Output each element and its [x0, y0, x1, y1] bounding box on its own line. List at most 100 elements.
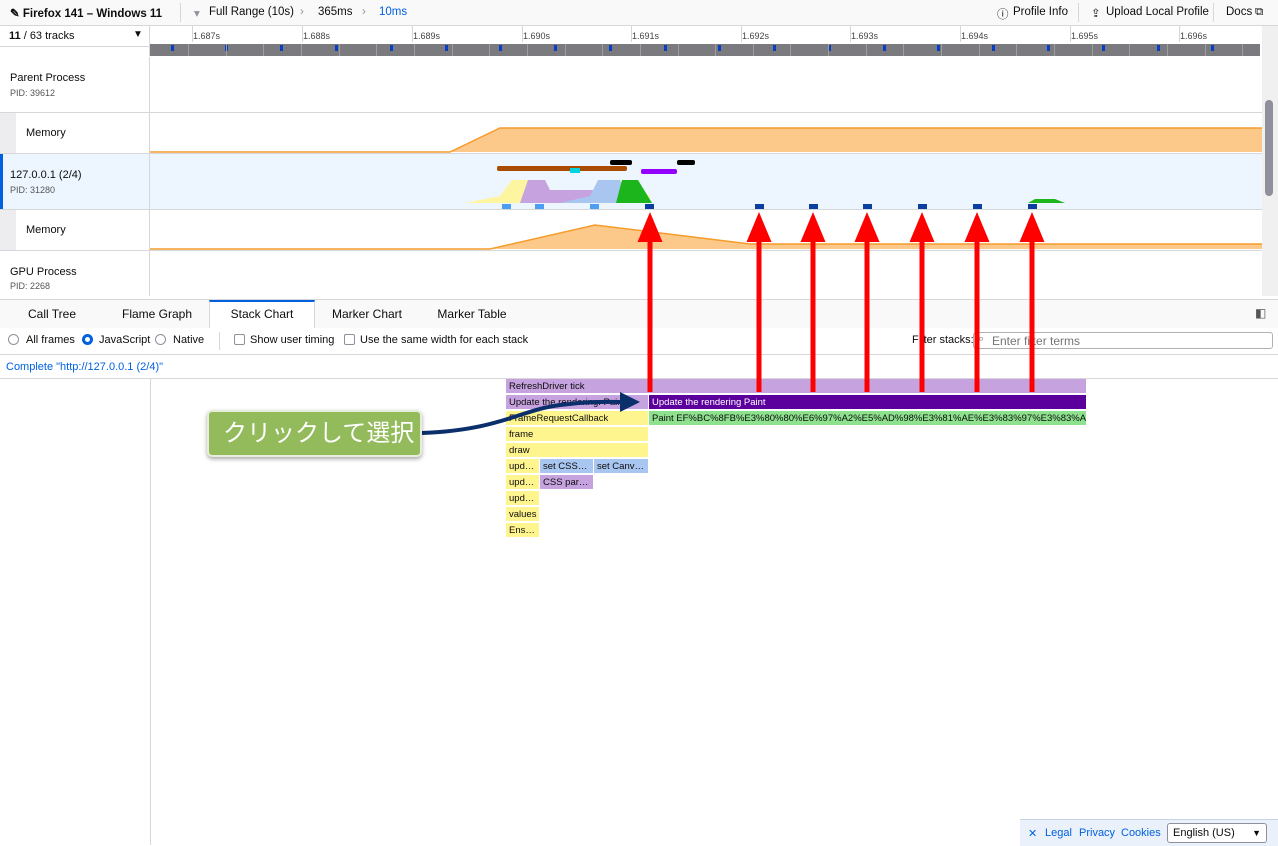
ruler-spacer	[0, 47, 150, 56]
divider	[1213, 3, 1214, 22]
checkbox-user-timing[interactable]	[234, 334, 245, 345]
profile-name: Firefox 141 – Windows 11	[22, 8, 163, 20]
row-divider	[0, 112, 1262, 113]
divider	[979, 44, 980, 56]
breadcrumb-365ms[interactable]: 365ms	[318, 6, 353, 18]
marker[interactable]	[390, 45, 393, 51]
docs-link[interactable]: Docs	[1226, 6, 1252, 18]
radio-javascript-label[interactable]: JavaScript	[99, 334, 150, 346]
marker[interactable]	[718, 45, 721, 51]
stack-box-update-paint-selected[interactable]: Update the rendering Paint	[649, 395, 1087, 410]
sidebar-toggle-icon[interactable]: ◧	[1255, 306, 1266, 320]
divider	[376, 44, 377, 56]
divider	[1078, 3, 1079, 22]
marker[interactable]	[883, 45, 886, 51]
checkbox-same-width[interactable]	[344, 334, 355, 345]
tick-label: 1.695s	[1071, 31, 1099, 41]
marker[interactable]	[609, 45, 612, 51]
track-pid: PID: 31280	[10, 185, 56, 195]
breadcrumb-10ms[interactable]: 10ms	[379, 6, 407, 18]
upload-local-profile-button[interactable]: Upload Local Profile	[1106, 6, 1209, 18]
tab-marker-chart[interactable]: Marker Chart	[322, 300, 412, 328]
marker-strip[interactable]	[150, 44, 1260, 56]
checkbox-same-width-label[interactable]: Use the same width for each stack	[360, 334, 528, 346]
divider	[219, 332, 220, 350]
track-graphs[interactable]	[150, 56, 1262, 296]
marker[interactable]	[554, 45, 557, 51]
close-icon[interactable]: ✕	[1028, 827, 1037, 840]
marker[interactable]	[1047, 45, 1050, 51]
marker[interactable]	[280, 45, 283, 51]
filter-stacks-input[interactable]	[973, 332, 1273, 349]
stack-box-frame-request[interactable]: FrameRequestCallback	[506, 411, 649, 426]
stack-box-refresh-tick[interactable]: RefreshDriver tick	[506, 379, 1087, 394]
breadcrumb-complete[interactable]: Complete "http://127.0.0.1 (2/4)"	[6, 361, 163, 373]
marker[interactable]	[335, 45, 338, 51]
track-memory-parent[interactable]: Memory	[0, 113, 150, 153]
profile-info-button[interactable]: Profile Info	[1013, 6, 1068, 18]
divider	[527, 44, 528, 56]
marker[interactable]	[445, 45, 448, 51]
divider	[180, 3, 181, 22]
divider	[678, 44, 679, 56]
divider	[1167, 44, 1168, 56]
chevron-right-icon: ›	[362, 6, 366, 18]
privacy-link[interactable]: Privacy	[1079, 827, 1115, 839]
breadcrumb-full-range[interactable]: Full Range (10s)	[209, 6, 294, 18]
track-name: Memory	[26, 224, 66, 236]
checkbox-user-timing-label[interactable]: Show user timing	[250, 334, 334, 346]
stack-box-ensure[interactable]: Ens…	[506, 523, 540, 538]
tick-label: 1.691s	[632, 31, 660, 41]
stack-box-upd[interactable]: upd…	[506, 491, 540, 506]
divider	[828, 44, 829, 56]
tick-label: 1.688s	[303, 31, 331, 41]
radio-native[interactable]	[155, 334, 166, 345]
radio-javascript[interactable]	[82, 334, 93, 345]
marker[interactable]	[171, 45, 174, 51]
tab-stack-chart[interactable]: Stack Chart	[209, 300, 315, 329]
stack-box-frame[interactable]: frame	[506, 427, 649, 442]
info-icon: ⓘ	[997, 9, 1009, 21]
marker[interactable]	[1211, 45, 1214, 51]
marker[interactable]	[1102, 45, 1105, 51]
language-selected: English (US)	[1173, 827, 1235, 839]
track-gpu-process[interactable]: GPU Process PID: 2268	[0, 251, 150, 296]
tab-marker-table[interactable]: Marker Table	[427, 300, 517, 328]
marker[interactable]	[664, 45, 667, 51]
stack-box-upd[interactable]: upd…	[506, 475, 540, 490]
track-name: 127.0.0.1 (2/4)	[10, 169, 82, 181]
tab-flame-graph[interactable]: Flame Graph	[110, 300, 204, 328]
tick-label: 1.689s	[413, 31, 441, 41]
track-count-button[interactable]: 11 / 63 tracks ▼	[0, 26, 150, 47]
track-parent-process[interactable]: Parent Process PID: 39612	[0, 57, 150, 112]
radio-all-frames[interactable]	[8, 334, 19, 345]
stack-box-draw[interactable]: draw	[506, 443, 649, 458]
radio-all-frames-label[interactable]: All frames	[26, 334, 75, 346]
divider	[1054, 44, 1055, 56]
marker[interactable]	[1157, 45, 1160, 51]
scrollbar-thumb[interactable]	[1265, 100, 1273, 196]
marker[interactable]	[992, 45, 995, 51]
marker[interactable]	[937, 45, 940, 51]
marker[interactable]	[773, 45, 776, 51]
stack-box-upd[interactable]: upd…	[506, 459, 540, 474]
track-content-process[interactable]: 127.0.0.1 (2/4) PID: 31280	[0, 154, 150, 209]
stack-box-set-css[interactable]: set CSS…	[540, 459, 594, 474]
memory-area	[150, 225, 1262, 249]
total-track-count: 63 tracks	[29, 30, 75, 42]
stack-box-update-left[interactable]: Update the rendering: Paint	[506, 395, 649, 410]
tab-call-tree[interactable]: Call Tree	[10, 300, 94, 328]
radio-native-label[interactable]: Native	[173, 334, 204, 346]
tick-label: 1.690s	[523, 31, 551, 41]
track-memory-content[interactable]: Memory	[0, 210, 150, 250]
stack-box-css-parse[interactable]: CSS par…	[540, 475, 594, 490]
profile-name-button[interactable]: ✎ Firefox 141 – Windows 11	[10, 6, 162, 20]
legal-link[interactable]: Legal	[1045, 827, 1072, 839]
marker-bar	[641, 169, 677, 174]
language-select[interactable]: English (US) ▼	[1167, 823, 1267, 843]
stack-box-paint[interactable]: Paint EF%BC%8FB%E3%80%80%E6%97%A2%E5%AD%…	[649, 411, 1087, 426]
stack-box-set-canvas[interactable]: set Canv…	[594, 459, 649, 474]
marker[interactable]	[499, 45, 502, 51]
stack-box-values[interactable]: values	[506, 507, 540, 522]
cookies-link[interactable]: Cookies	[1121, 827, 1161, 839]
